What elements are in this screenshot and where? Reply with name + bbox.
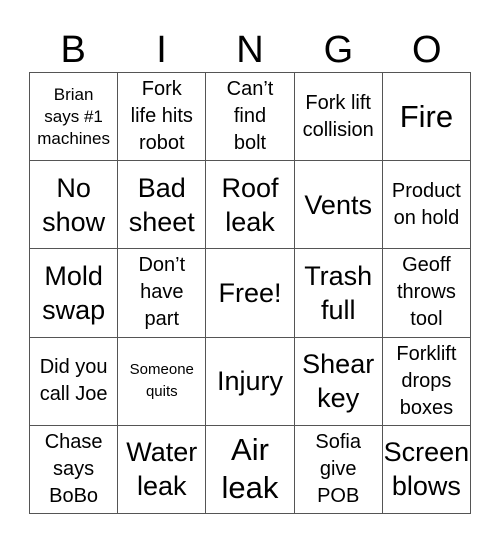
bingo-cell-label: Injury: [216, 366, 283, 397]
bingo-cell-label: Product on hold: [391, 179, 461, 229]
bingo-cell[interactable]: Mold swap: [30, 249, 119, 338]
bingo-cell[interactable]: Geoff throws tool: [382, 249, 471, 338]
bingo-cell[interactable]: Can’t find bolt: [206, 73, 295, 162]
bingo-cell-label: Someone quits: [129, 361, 194, 401]
bingo-cell-label: Fire: [399, 98, 454, 134]
bingo-cell[interactable]: Water leak: [118, 425, 207, 514]
bingo-cell[interactable]: Shear key: [294, 337, 383, 426]
bingo-cell[interactable]: Fork lift collision: [294, 73, 383, 162]
bingo-cell[interactable]: Brian says #1 machines: [30, 73, 119, 162]
bingo-card-grid: Brian says #1 machines Fork life hits rob…: [29, 72, 471, 514]
bingo-cell-label: Trash full: [304, 260, 373, 325]
bingo-cell-label: Can’t find bolt: [226, 78, 274, 155]
bingo-header: B I N G O: [29, 28, 471, 72]
bingo-cell-free-space[interactable]: Free!: [206, 249, 295, 338]
header-letter-n: N: [236, 29, 264, 71]
bingo-cell-label: Sofia give POB: [315, 430, 361, 507]
bingo-cell[interactable]: Vents: [294, 161, 383, 250]
bingo-cell[interactable]: Someone quits: [118, 337, 207, 426]
bingo-cell[interactable]: Fire: [382, 73, 471, 162]
bingo-cell[interactable]: Did you call Joe: [30, 337, 119, 426]
bingo-cell-label: Shear key: [302, 349, 375, 414]
bingo-cell-label: Free!: [218, 277, 282, 308]
bingo-cell[interactable]: Chase says BoBo: [30, 425, 119, 514]
bingo-cell[interactable]: Bad sheet: [118, 161, 207, 250]
bingo-cell[interactable]: Don’t have part: [118, 249, 207, 338]
bingo-cell-label: Air leak: [221, 432, 279, 506]
bingo-cell-label: Fork lift collision: [302, 91, 374, 141]
bingo-cell-label: Vents: [304, 189, 372, 220]
bingo-cell-label: Geoff throws tool: [396, 254, 456, 331]
bingo-cell[interactable]: Fork life hits robot: [118, 73, 207, 162]
bingo-cell-label: No show: [42, 172, 106, 237]
bingo-cell-label: Roof leak: [221, 172, 279, 237]
header-letter-i: I: [156, 29, 167, 71]
bingo-cell-label: Fork life hits robot: [130, 78, 193, 155]
bingo-cell[interactable]: No show: [30, 161, 119, 250]
bingo-cell-label: Bad sheet: [128, 172, 195, 237]
header-letter-o: O: [411, 29, 442, 71]
bingo-cell-label: Water leak: [126, 437, 198, 502]
header-letter-g: G: [323, 29, 354, 71]
bingo-cell[interactable]: Roof leak: [206, 161, 295, 250]
bingo-cell[interactable]: Trash full: [294, 249, 383, 338]
bingo-cell-label: Forklift drops boxes: [396, 342, 457, 419]
bingo-cell-label: Don’t have part: [138, 254, 186, 331]
header-letter-b: B: [60, 29, 86, 71]
bingo-cell[interactable]: Sofia give POB: [294, 425, 383, 514]
bingo-cell[interactable]: Air leak: [206, 425, 295, 514]
bingo-cell[interactable]: Injury: [206, 337, 295, 426]
bingo-cell[interactable]: Product on hold: [382, 161, 471, 250]
bingo-cell-label: Brian says #1 machines: [37, 84, 110, 148]
bingo-cell[interactable]: Forklift drops boxes: [382, 337, 471, 426]
bingo-cell[interactable]: Screen blows: [382, 425, 471, 514]
bingo-cell-label: Did you call Joe: [39, 356, 108, 406]
bingo-cell-label: Mold swap: [42, 260, 106, 325]
bingo-cell-label: Screen blows: [383, 437, 470, 502]
bingo-cell-label: Chase says BoBo: [44, 430, 103, 507]
